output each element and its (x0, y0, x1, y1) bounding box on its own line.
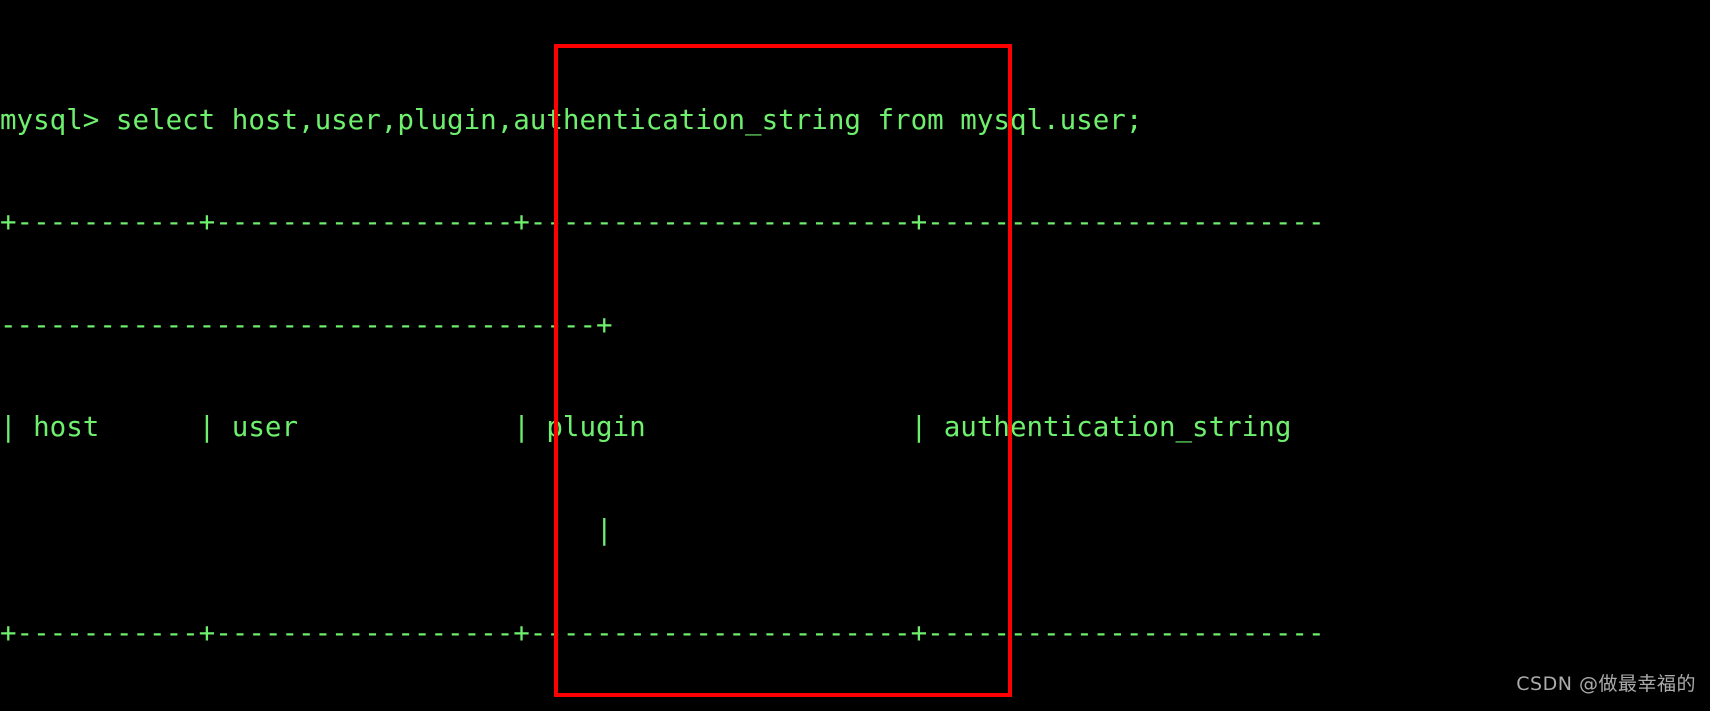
terminal-line-command: mysql> select host,user,plugin,authentic… (0, 103, 1143, 136)
terminal-line-separator-header-a: +-----------+------------------+--------… (0, 616, 1325, 649)
csdn-watermark: CSDN @做最幸福的 (1516, 672, 1696, 695)
terminal-window[interactable]: mysql> select host,user,plugin,authentic… (0, 0, 1710, 711)
terminal-line-separator-top-b: ------------------------------------+ (0, 308, 613, 341)
plugin-column-highlight-box (554, 44, 1012, 697)
terminal-line-header-b: | (0, 513, 613, 546)
terminal-line-separator-top-a: +-----------+------------------+--------… (0, 206, 1325, 239)
terminal-line-header-a: | host | user | plugin | authentication_… (0, 411, 1292, 444)
